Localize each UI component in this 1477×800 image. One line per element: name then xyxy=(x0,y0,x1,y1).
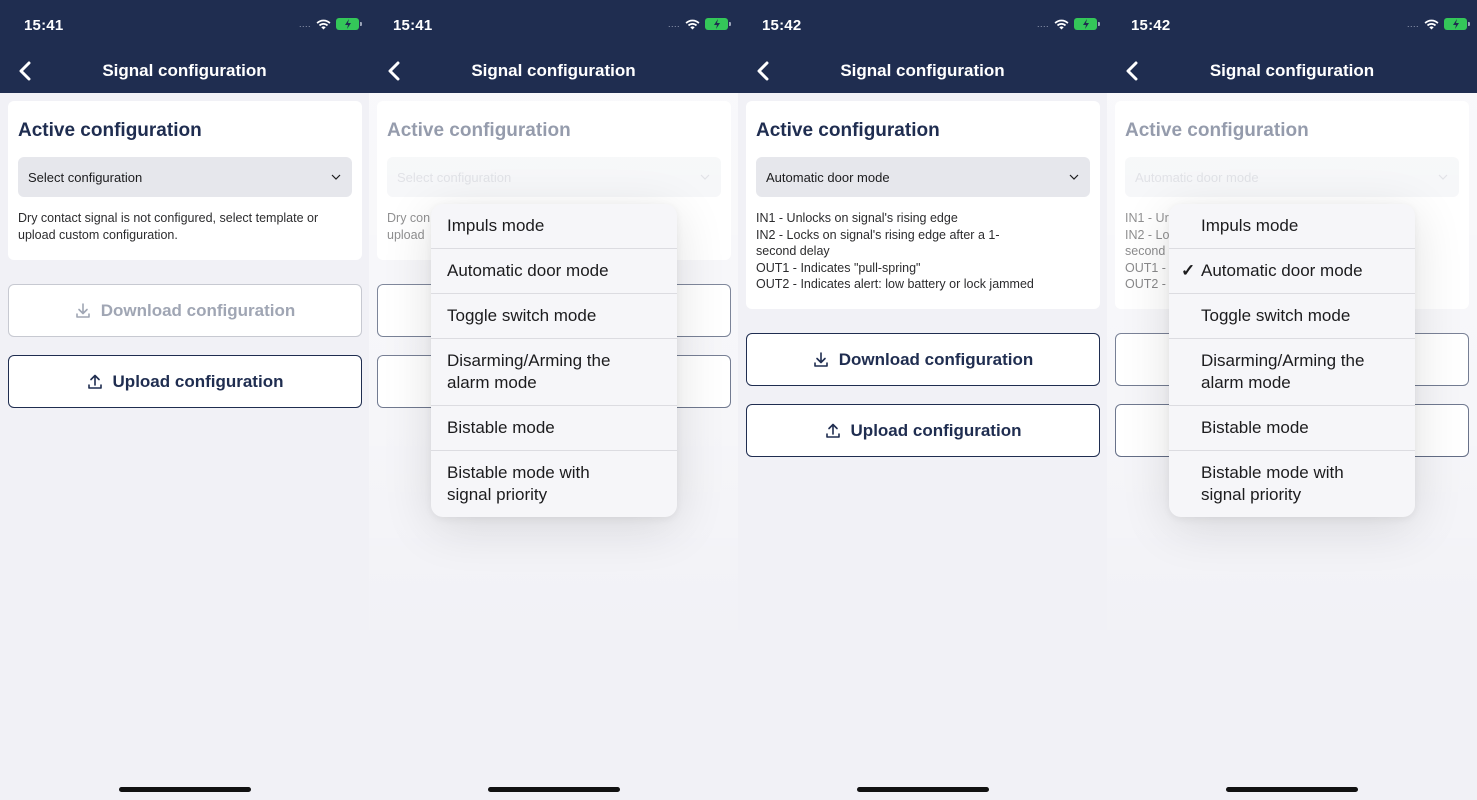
menu-item-impuls[interactable]: Impuls mode xyxy=(431,204,677,249)
chevron-down-icon xyxy=(700,172,710,182)
checkmark-icon: ✓ xyxy=(1181,261,1196,280)
home-indicator xyxy=(1226,787,1358,792)
home-indicator xyxy=(487,787,620,792)
page-title: Signal configuration xyxy=(840,61,1005,80)
configuration-description: Dry contact signal is not configured, se… xyxy=(18,211,319,242)
configuration-select[interactable]: Automatic door mode xyxy=(1125,157,1459,197)
menu-item-label: Toggle switch mode xyxy=(1201,306,1351,325)
upload-label: Upload configuration xyxy=(850,420,1022,440)
configuration-dropdown-menu: Impuls mode Automatic door mode Toggle s… xyxy=(431,204,677,517)
home-indicator xyxy=(118,787,251,792)
status-time: 15:41 xyxy=(24,17,64,34)
configuration-select[interactable]: Automatic door mode xyxy=(756,157,1090,197)
status-icons: .... xyxy=(298,18,362,30)
download-icon xyxy=(813,351,828,367)
battery-charging-icon xyxy=(705,18,731,30)
download-icon xyxy=(75,302,90,318)
wifi-icon xyxy=(1424,19,1439,30)
page-title: Signal configuration xyxy=(471,61,636,80)
wifi-icon xyxy=(316,19,331,30)
status-icons: .... xyxy=(667,18,731,30)
menu-item-label: Impuls mode xyxy=(1201,216,1299,235)
app-header: 15:42 .... Signal configuration xyxy=(738,0,1107,93)
app-header: 15:42 .... Signal configuration xyxy=(1107,0,1477,93)
app-header: 15:41 .... Signal configuration xyxy=(0,0,369,93)
menu-item-toggle-switch[interactable]: Toggle switch mode xyxy=(431,294,677,339)
menu-item-toggle-switch[interactable]: Toggle switch mode xyxy=(1169,294,1415,339)
active-configuration-card: Active configuration Automatic door mode… xyxy=(746,101,1100,309)
download-label: Download configuration xyxy=(100,300,296,320)
select-value: Select configuration xyxy=(28,169,143,185)
menu-item-impuls[interactable]: Impuls mode xyxy=(1169,204,1415,249)
screen-3: 15:42 .... Signal configuration Active c… xyxy=(738,0,1107,800)
upload-label: Upload configuration xyxy=(112,371,284,391)
menu-item-automatic-door[interactable]: ✓ Automatic door mode xyxy=(1169,249,1415,294)
status-time: 15:42 xyxy=(762,17,802,34)
app-header: 15:41 .... Signal configuration xyxy=(369,0,738,93)
battery-charging-icon xyxy=(336,18,362,30)
chevron-down-icon xyxy=(331,172,341,182)
download-label: Download configuration xyxy=(838,349,1034,369)
select-value: Automatic door mode xyxy=(766,169,890,185)
configuration-select[interactable]: Select configuration xyxy=(18,157,352,197)
menu-item-bistable-priority[interactable]: Bistable mode with signal priority xyxy=(431,451,677,517)
card-title: Active configuration xyxy=(1125,120,1309,141)
chevron-down-icon xyxy=(1069,172,1079,182)
page-title: Signal configuration xyxy=(1209,61,1375,80)
battery-charging-icon xyxy=(1074,18,1100,30)
screen-2: 15:41 .... Signal configuration Active c… xyxy=(369,0,738,800)
status-time: 15:41 xyxy=(393,17,433,34)
active-configuration-card: Active configuration Select configuratio… xyxy=(8,101,362,260)
status-icons: .... xyxy=(1406,18,1470,30)
select-value: Select configuration xyxy=(397,169,512,185)
download-configuration-button[interactable]: Download configuration xyxy=(8,284,362,337)
menu-item-label: Bistable mode xyxy=(1201,418,1309,437)
menu-item-bistable-priority[interactable]: Bistable mode with signal priority xyxy=(1169,451,1415,517)
signal-icon: .... xyxy=(1036,19,1049,29)
menu-item-label: Disarming/Arming the alarm mode xyxy=(1201,351,1365,392)
wifi-icon xyxy=(1054,19,1069,30)
home-indicator xyxy=(856,787,989,792)
menu-item-label: Automatic door mode xyxy=(1201,261,1363,280)
configuration-dropdown-menu: Impuls mode ✓ Automatic door mode Toggle … xyxy=(1169,204,1415,517)
upload-configuration-button[interactable]: Upload configuration xyxy=(8,355,362,408)
menu-item-bistable[interactable]: Bistable mode xyxy=(1169,406,1415,451)
chevron-down-icon xyxy=(1438,172,1448,182)
select-value: Automatic door mode xyxy=(1135,169,1259,185)
screen-1: 15:41 .... Signal configuration Active c… xyxy=(0,0,369,800)
upload-icon xyxy=(825,423,840,438)
menu-item-disarming-arming[interactable]: Disarming/Arming the alarm mode xyxy=(1169,339,1415,406)
status-time: 15:42 xyxy=(1131,17,1171,34)
card-title: Active configuration xyxy=(18,120,202,141)
signal-icon: .... xyxy=(1406,19,1419,29)
menu-item-automatic-door[interactable]: Automatic door mode xyxy=(431,249,677,294)
card-title: Active configuration xyxy=(387,120,571,141)
upload-icon xyxy=(87,374,102,389)
signal-icon: .... xyxy=(298,19,311,29)
menu-item-disarming-arming[interactable]: Disarming/Arming the alarm mode xyxy=(431,339,677,406)
page-title: Signal configuration xyxy=(102,61,267,80)
battery-charging-icon xyxy=(1444,18,1470,30)
signal-icon: .... xyxy=(667,19,680,29)
card-title: Active configuration xyxy=(756,120,940,141)
configuration-select[interactable]: Select configuration xyxy=(387,157,721,197)
menu-item-label: Bistable mode with signal priority xyxy=(1201,463,1344,504)
screen-4: 15:42 .... Signal configuration Active c… xyxy=(1107,0,1477,800)
download-configuration-button[interactable]: Download configuration xyxy=(746,333,1100,386)
configuration-description: IN1 - Unlocks on signal's rising edge IN… xyxy=(756,211,1034,291)
menu-item-bistable[interactable]: Bistable mode xyxy=(431,406,677,451)
status-icons: .... xyxy=(1036,18,1100,30)
upload-configuration-button[interactable]: Upload configuration xyxy=(746,404,1100,457)
wifi-icon xyxy=(685,19,700,30)
